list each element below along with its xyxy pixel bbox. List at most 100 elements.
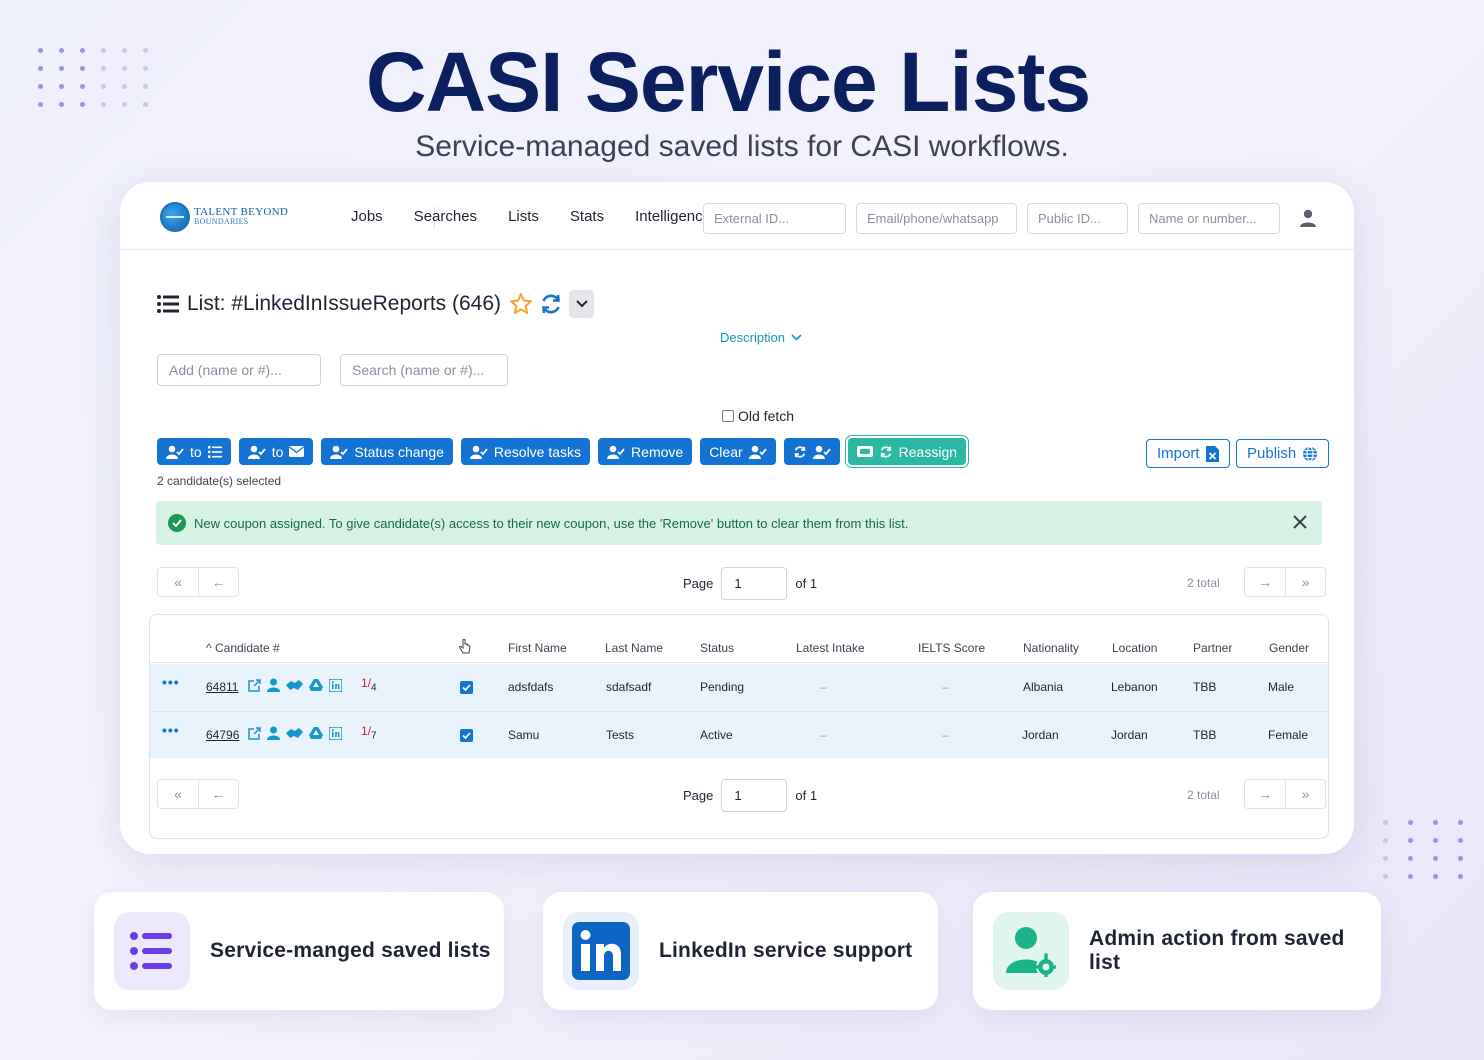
nav-stats[interactable]: Stats (570, 208, 604, 225)
external-link-icon[interactable] (248, 678, 261, 692)
first-name-cell: Samu (508, 728, 540, 742)
nav-intelligence[interactable]: Intelligence (635, 208, 711, 225)
last-page-icon[interactable]: » (1285, 780, 1325, 808)
user-check-icon (166, 445, 184, 459)
email-phone-search-input[interactable]: Email/phone/whatsapp (856, 203, 1017, 234)
feature-card-saved-lists: Service-manged saved lists (94, 892, 504, 1010)
table-row[interactable]: ••• 64796 1/7 Samu Tests Active – – Jord… (150, 711, 1328, 758)
nationality-header[interactable]: Nationality (1023, 641, 1079, 655)
latest-intake-header[interactable]: Latest Intake (796, 641, 865, 655)
user-check-icon (607, 445, 625, 459)
list-icon (207, 445, 222, 458)
top-navbar: TALENT BEYOND BOUNDARIES Jobs Searches L… (120, 182, 1354, 250)
ielts-score-header[interactable]: IELTS Score (918, 641, 985, 655)
name-number-search-input[interactable]: Name or number... (1138, 203, 1280, 234)
reassign-button[interactable]: Reassign (847, 438, 967, 465)
handshake-icon[interactable] (286, 727, 303, 740)
sort-candidate-header[interactable]: ^ Candidate # (206, 641, 280, 655)
row-quick-actions (248, 678, 342, 692)
add-candidate-input[interactable]: Add (name or #)... (157, 354, 321, 386)
send-to-email-button[interactable]: to (238, 438, 314, 465)
external-link-icon[interactable] (248, 726, 261, 740)
send-to-email-label: to (271, 443, 284, 460)
pager-prev-group: « ← (157, 779, 239, 809)
linkedin-small-icon[interactable] (329, 726, 342, 740)
public-id-search-input[interactable]: Public ID... (1027, 203, 1128, 234)
clear-button[interactable]: Clear (700, 438, 776, 465)
refresh-icon[interactable] (539, 292, 563, 316)
clear-label: Clear (709, 443, 743, 460)
latest-intake-cell: – (820, 680, 827, 694)
prev-page-icon[interactable]: ← (198, 780, 238, 808)
resolve-tasks-label: Resolve tasks (493, 443, 582, 460)
row-checkbox[interactable] (460, 729, 473, 742)
linkedin-small-icon[interactable] (329, 678, 342, 692)
linkedin-icon (563, 912, 639, 990)
candidate-number-link[interactable]: 64796 (206, 728, 239, 742)
next-page-icon[interactable]: → (1245, 780, 1285, 808)
page-input[interactable]: 1 (721, 566, 788, 600)
close-icon[interactable] (1292, 514, 1308, 530)
nav-searches[interactable]: Searches (414, 208, 477, 225)
resolve-tasks-button[interactable]: Resolve tasks (460, 438, 591, 465)
last-name-header[interactable]: Last Name (605, 641, 663, 655)
user-check-icon (748, 445, 767, 459)
last-name-cell: Tests (606, 728, 635, 742)
user-account-icon[interactable] (1298, 208, 1318, 228)
next-page-icon[interactable]: → (1245, 568, 1285, 596)
google-drive-icon[interactable] (309, 679, 323, 691)
last-page-icon[interactable]: » (1285, 568, 1325, 596)
page-label: Page (683, 575, 714, 591)
list-title: List: #LinkedInIssueReports (646) (187, 292, 502, 315)
status-change-button[interactable]: Status change (321, 438, 453, 465)
first-page-icon[interactable]: « (158, 780, 198, 808)
gender-header[interactable]: Gender (1269, 641, 1309, 655)
remove-button[interactable]: Remove (598, 438, 693, 465)
row-checkbox[interactable] (460, 681, 473, 694)
google-drive-icon[interactable] (309, 727, 323, 739)
candidate-number-link[interactable]: 64811 (206, 680, 238, 694)
logo[interactable]: TALENT BEYOND BOUNDARIES (160, 202, 288, 232)
search-candidate-input[interactable]: Search (name or #)... (340, 354, 508, 386)
excel-file-icon (1205, 445, 1219, 462)
star-icon[interactable] (509, 292, 533, 316)
old-fetch-checkbox[interactable] (722, 410, 734, 422)
first-page-icon[interactable]: « (158, 568, 198, 596)
main-nav: Jobs Searches Lists Stats Intelligence (351, 182, 742, 250)
add-to-list-button[interactable]: to (157, 438, 231, 465)
row-menu-button[interactable]: ••• (162, 674, 180, 690)
nav-jobs[interactable]: Jobs (351, 208, 383, 225)
refresh-candidates-button[interactable] (783, 438, 840, 465)
import-button[interactable]: Import (1146, 439, 1230, 468)
location-cell: Jordan (1111, 728, 1148, 742)
handshake-icon[interactable] (286, 679, 303, 692)
page-label: Page (683, 787, 714, 803)
prev-page-icon[interactable]: ← (198, 568, 238, 596)
row-menu-button[interactable]: ••• (162, 722, 180, 738)
nav-lists[interactable]: Lists (508, 208, 539, 225)
old-fetch-toggle[interactable]: Old fetch (722, 408, 794, 424)
user-profile-icon[interactable] (267, 678, 280, 692)
coupon-fraction: 1/4 (361, 676, 377, 694)
user-check-icon (247, 445, 266, 459)
globe-icon (1303, 445, 1318, 462)
alert-message: New coupon assigned. To give candidate(s… (194, 515, 909, 531)
first-name-header[interactable]: First Name (508, 641, 567, 655)
publish-button[interactable]: Publish (1236, 439, 1330, 468)
select-all-pointer-icon[interactable] (458, 638, 472, 658)
user-profile-icon[interactable] (267, 726, 280, 740)
list-options-dropdown[interactable] (569, 290, 595, 318)
table-row[interactable]: ••• 64811 1/4 adsfdafs sdafsadf Pending … (150, 664, 1328, 711)
nationality-cell: Albania (1023, 680, 1064, 694)
feature-label: Admin action from saved list (1089, 927, 1345, 974)
status-change-label: Status change (354, 443, 444, 460)
description-toggle[interactable]: Description (720, 330, 802, 345)
external-id-search-input[interactable]: External ID... (703, 203, 846, 234)
total-count: 2 total (1187, 788, 1220, 802)
partner-header[interactable]: Partner (1193, 641, 1232, 655)
gender-cell: Male (1268, 680, 1295, 694)
location-header[interactable]: Location (1112, 641, 1157, 655)
page-input[interactable]: 1 (721, 778, 788, 812)
remove-label: Remove (631, 443, 684, 460)
status-header[interactable]: Status (700, 641, 734, 655)
